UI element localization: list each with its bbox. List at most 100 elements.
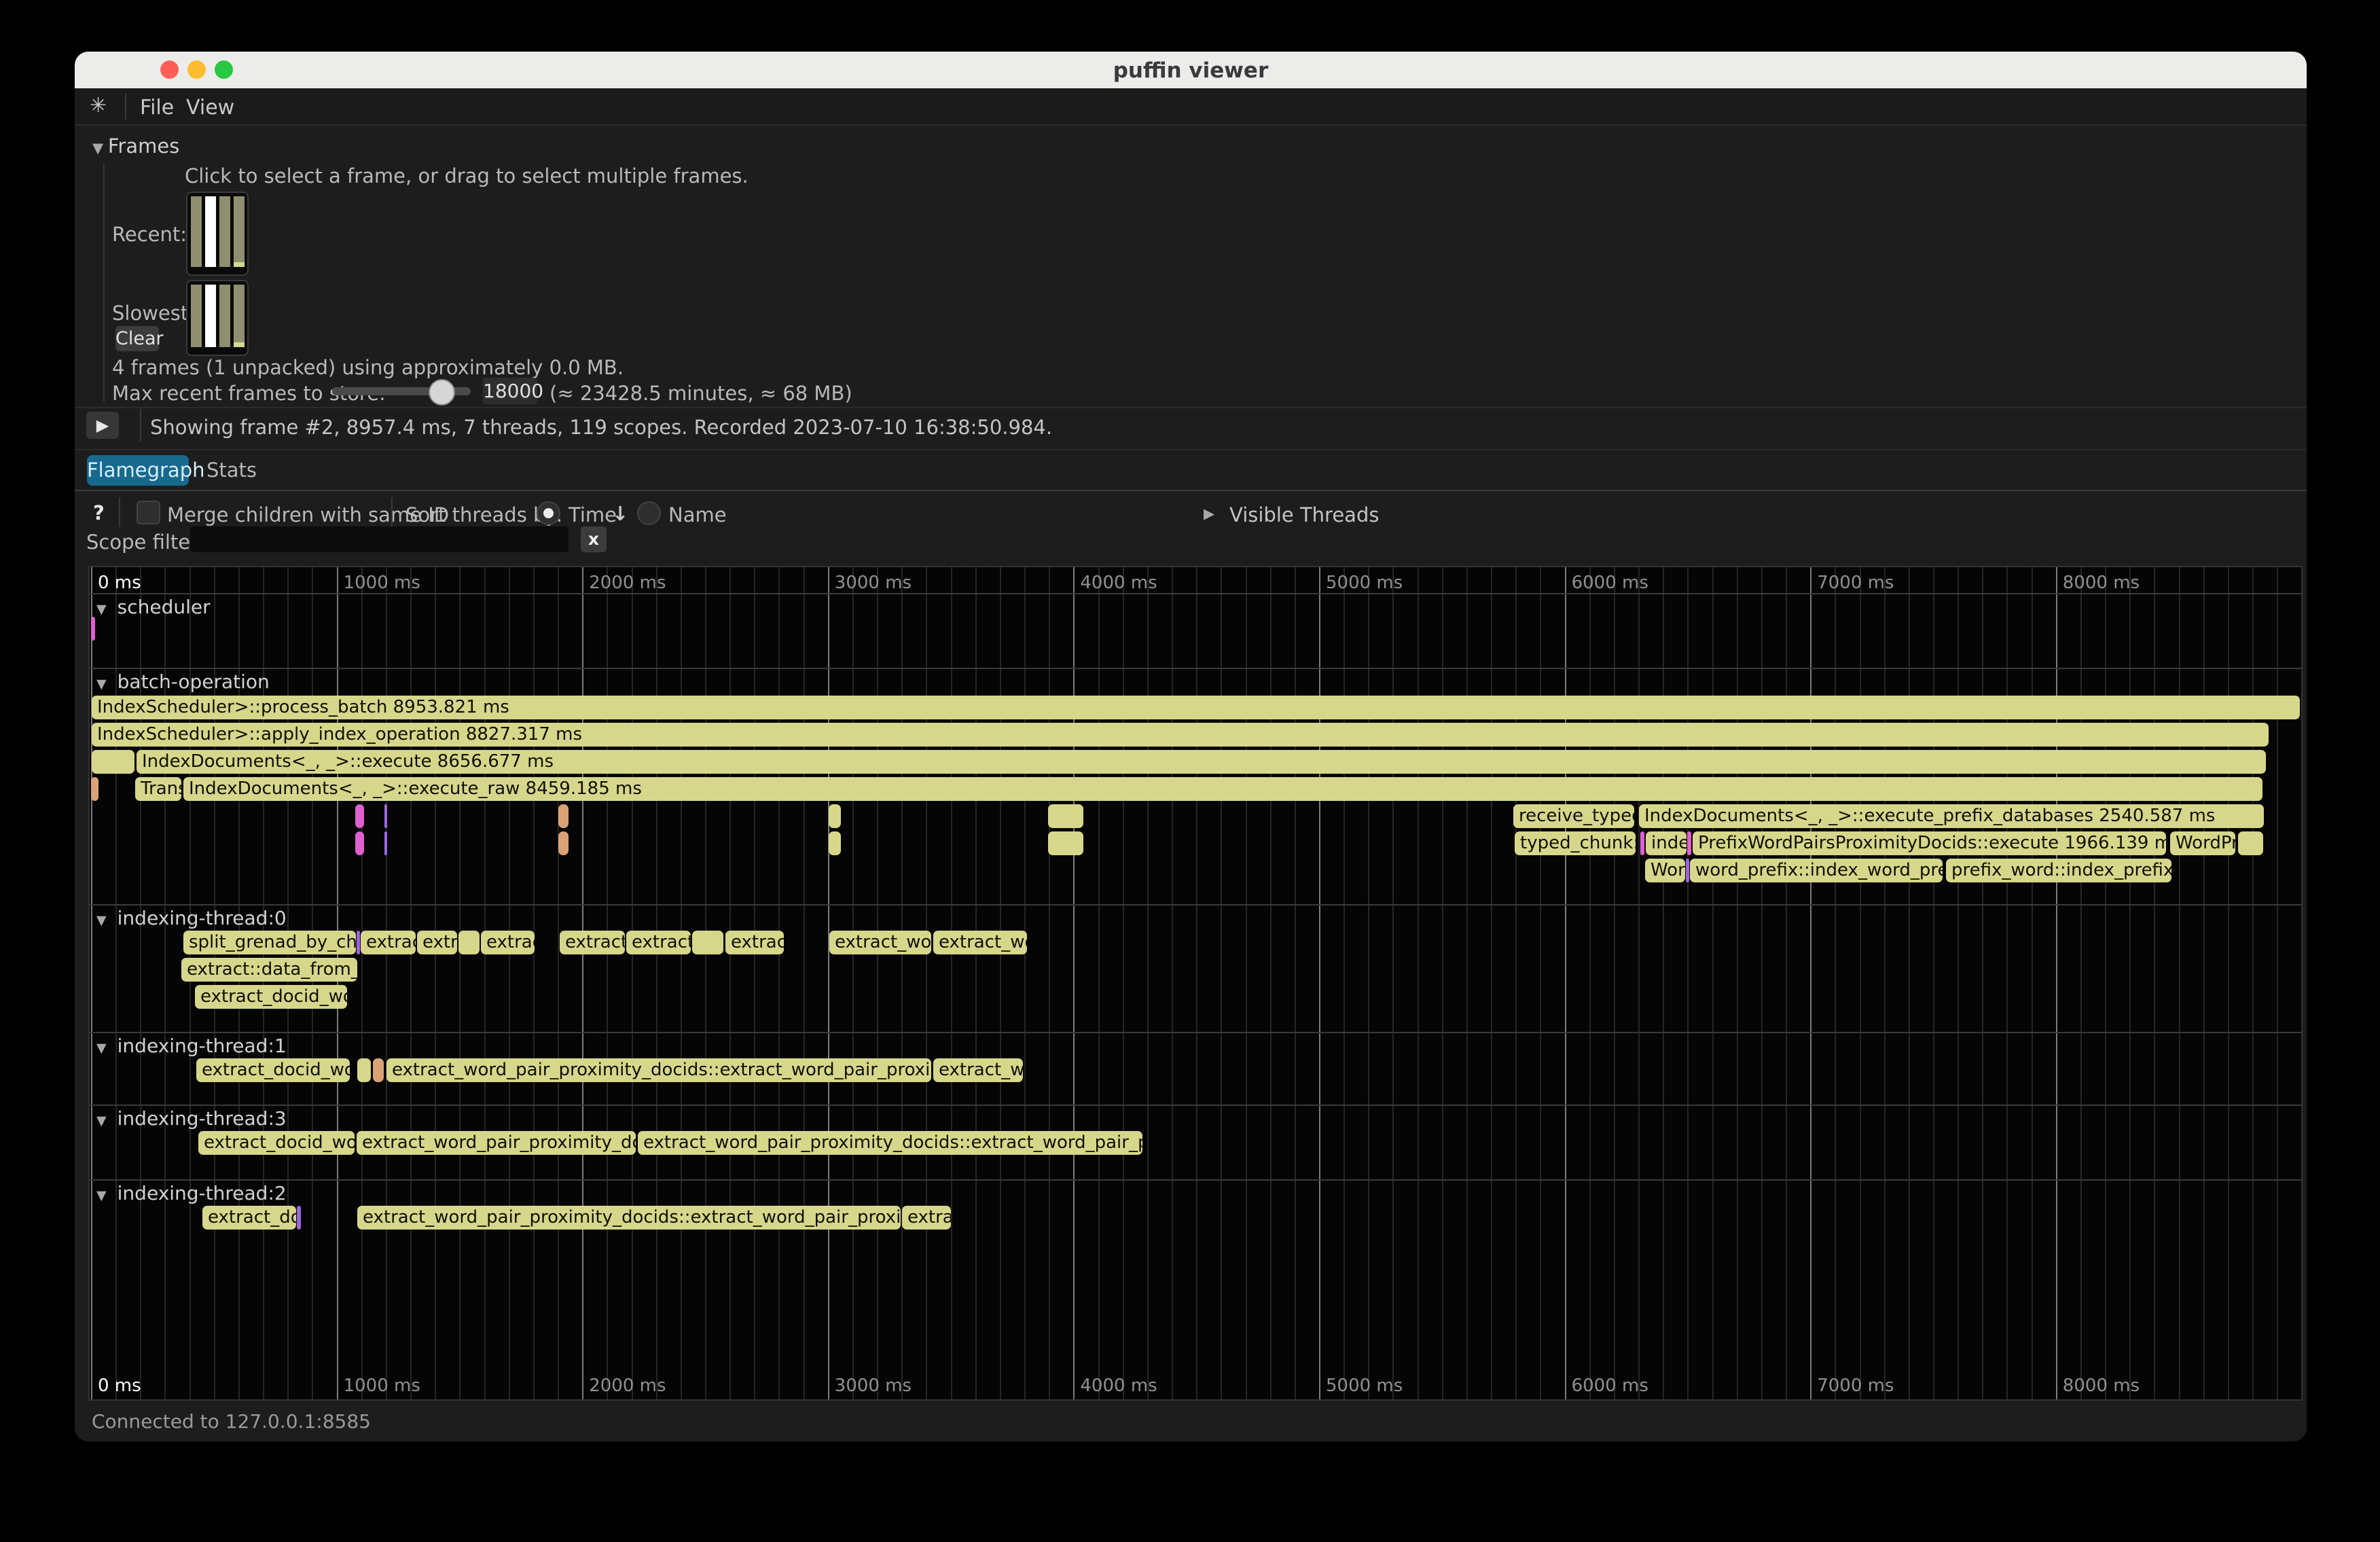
tab-flamegraph[interactable]: Flamegraph [87, 455, 189, 486]
max-frames-value[interactable]: 18000 [483, 378, 537, 404]
flamegraph-bar[interactable] [91, 617, 95, 641]
thread-header[interactable]: ▼ indexing-thread:0 [96, 907, 287, 929]
flamegraph-bar[interactable] [1048, 804, 1083, 828]
thread-header[interactable]: ▼ indexing-thread:3 [96, 1107, 287, 1130]
sort-name-radio[interactable] [637, 501, 661, 525]
flamegraph-bar[interactable] [458, 931, 480, 954]
flamegraph-bar[interactable]: Trans [135, 777, 181, 801]
flamegraph-bar[interactable]: extract_doc [202, 1206, 296, 1230]
visible-threads-header[interactable]: Visible Threads [1229, 503, 1379, 526]
theme-toggle-icon[interactable]: ✳ [90, 94, 107, 118]
flamegraph-bar[interactable] [373, 1058, 384, 1082]
flamegraph-bar[interactable]: extract_word_pair_proximity_docids::extr… [386, 1058, 931, 1082]
flamegraph-bar[interactable]: extract_word_pair_proximity_docids [357, 1131, 636, 1155]
axis-tick-label: 3000 ms [835, 1376, 912, 1396]
flamegraph-bar[interactable]: extract_word [829, 931, 931, 954]
slider-knob[interactable] [429, 379, 455, 406]
frame-bar[interactable] [191, 285, 202, 347]
flamegraph-bar[interactable] [1687, 831, 1691, 855]
thread-header[interactable]: ▼ indexing-thread:2 [96, 1182, 287, 1204]
frame-bar[interactable] [234, 196, 245, 267]
flamegraph-bar[interactable] [355, 804, 364, 828]
flamegraph-bar[interactable]: extrac [481, 931, 535, 954]
gridline [754, 567, 755, 1399]
flamegraph-bar[interactable]: IndexDocuments<_, _>::execute_prefix_dat… [1639, 804, 2264, 828]
frame-thumbnail-slowest[interactable] [186, 280, 249, 356]
flamegraph-bar[interactable] [384, 831, 387, 855]
flamegraph-bar[interactable]: extra [417, 931, 457, 954]
sort-time-radio[interactable] [537, 501, 560, 525]
merge-children-checkbox[interactable] [137, 501, 160, 524]
flamegraph-bar[interactable] [92, 750, 134, 774]
flamegraph-bar[interactable]: extract_wo [933, 931, 1027, 954]
flamegraph-bar[interactable]: extract_ [626, 931, 691, 954]
flamegraph-bar[interactable]: extract_ [560, 931, 625, 954]
flamegraph-bar[interactable] [558, 831, 569, 855]
flamegraph-bar[interactable]: Word [1645, 859, 1685, 882]
flamegraph-bar[interactable] [1640, 831, 1644, 855]
flamegraph-canvas[interactable]: 0 ms0 ms1000 ms1000 ms2000 ms2000 ms3000… [88, 566, 2303, 1401]
flamegraph-bar[interactable]: index [1646, 831, 1687, 855]
flamegraph-bar[interactable]: IndexScheduler>::apply_index_operation 8… [92, 723, 2269, 747]
flamegraph-bar[interactable] [357, 1058, 371, 1082]
flamegraph-bar[interactable]: extract [725, 931, 784, 954]
flamegraph-bar[interactable] [558, 804, 569, 828]
clear-button[interactable]: Clear [115, 326, 159, 351]
gridline [91, 567, 92, 1399]
sort-direction-arrow-icon[interactable]: ↓ [612, 502, 628, 525]
flamegraph-bar[interactable] [91, 777, 98, 801]
flamegraph-bar[interactable]: word_prefix::index_word_prefix_ [1690, 859, 1943, 882]
flamegraph-bar[interactable]: extract_docid_word [195, 985, 347, 1009]
frame-bar-selected[interactable] [205, 285, 216, 347]
frame-bar[interactable] [234, 285, 245, 347]
flamegraph-bar[interactable]: receive_typed_ [1513, 804, 1634, 828]
flamegraph-bar[interactable]: extrac [902, 1206, 951, 1230]
thread-header[interactable]: ▼ batch-operation [96, 670, 270, 693]
frame-bar[interactable] [219, 285, 230, 347]
flamegraph-bar[interactable] [829, 804, 841, 828]
flamegraph-bar[interactable]: split_grenad_by_chun [183, 931, 356, 954]
flamegraph-bar[interactable]: extract [361, 931, 416, 954]
thread-header[interactable]: ▼ indexing-thread:1 [96, 1035, 287, 1057]
flamegraph-bar[interactable] [1048, 831, 1083, 855]
tab-stats[interactable]: Stats [201, 455, 262, 486]
flamegraph-bar[interactable]: WordPr [2170, 831, 2235, 855]
menu-item-file[interactable]: File [140, 96, 174, 120]
frame-bar[interactable] [219, 196, 230, 267]
flamegraph-bar[interactable]: extract_word_pair_proximity_docids::extr… [638, 1131, 1142, 1155]
flamegraph-bar[interactable] [384, 804, 387, 828]
flamegraph-bar[interactable] [297, 1206, 301, 1230]
sort-name-label[interactable]: Name [668, 503, 727, 526]
flamegraph-bar[interactable]: typed_chunk::w [1515, 831, 1636, 855]
visible-threads-triangle-icon[interactable]: ▶ [1204, 505, 1214, 522]
flamegraph-bar[interactable]: extract_docid_word [196, 1058, 350, 1082]
flamegraph-bar[interactable]: extract_word_pair_proximity_docids::extr… [357, 1206, 901, 1230]
frame-bar-selected[interactable] [205, 196, 216, 267]
flamegraph-bar[interactable]: extract_docid_word [198, 1131, 355, 1155]
scope-filter-input[interactable] [190, 526, 569, 552]
frames-section-header[interactable]: ▼ Frames [92, 135, 179, 158]
sort-time-label[interactable]: Time [569, 503, 617, 526]
flamegraph-bar[interactable]: extract_wo [933, 1058, 1023, 1082]
flamegraph-bar[interactable] [357, 931, 360, 954]
thread-header[interactable]: ▼ scheduler [96, 596, 211, 618]
frame-bar[interactable] [191, 196, 202, 267]
flamegraph-bar[interactable]: PrefixWordPairsProximityDocids::execute … [1693, 831, 2166, 855]
help-button[interactable]: ? [93, 501, 105, 524]
flamegraph-bar[interactable]: IndexDocuments<_, _>::execute_raw 8459.1… [183, 777, 2262, 801]
flamegraph-bar[interactable]: IndexDocuments<_, _>::execute 8656.677 m… [137, 750, 2266, 774]
flamegraph-bar[interactable] [355, 831, 364, 855]
flamegraph-bar[interactable] [692, 931, 723, 954]
flamegraph-bar[interactable]: prefix_word::index_prefix_wo [1946, 859, 2171, 882]
frame-thumbnail-recent[interactable] [186, 192, 249, 276]
flamegraph-bar[interactable] [829, 831, 841, 855]
flamegraph-bar[interactable]: extract::data_from_ob [181, 958, 357, 982]
thread-name: indexing-thread:2 [118, 1182, 287, 1204]
flamegraph-bar[interactable]: IndexScheduler>::process_batch 8953.821 … [92, 696, 2300, 719]
clear-filter-button[interactable]: x [581, 526, 607, 552]
flamegraph-bar[interactable] [1686, 859, 1689, 882]
play-button[interactable]: ▶ [86, 412, 119, 439]
menu-item-view[interactable]: View [186, 96, 234, 120]
flamegraph-bar[interactable] [2238, 831, 2263, 855]
gridline [2154, 567, 2155, 1399]
